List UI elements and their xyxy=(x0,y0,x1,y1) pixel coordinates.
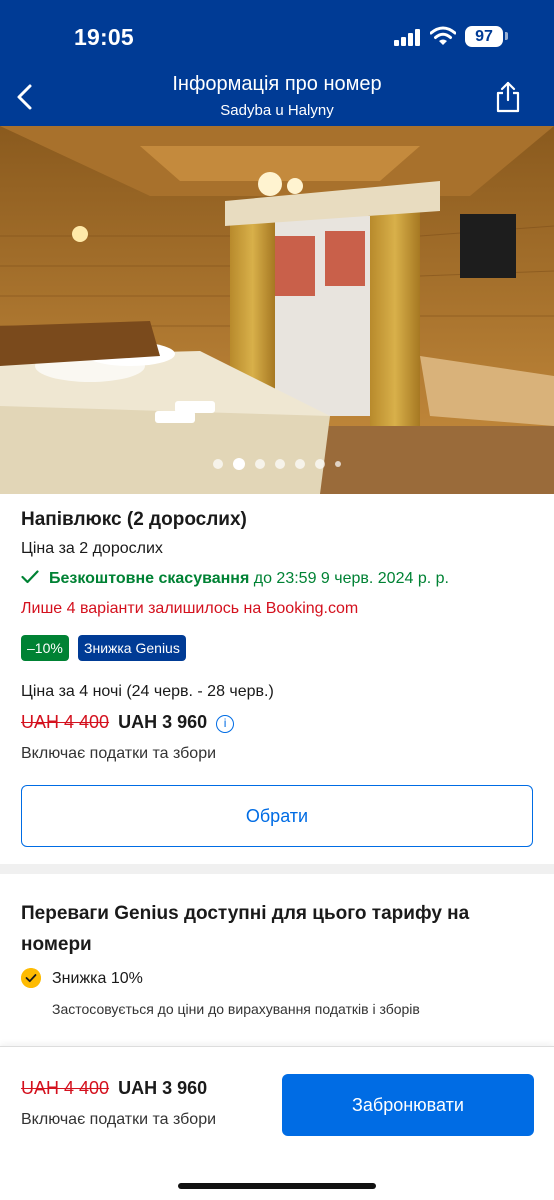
wifi-icon xyxy=(430,26,456,45)
room-photo-illustration xyxy=(0,126,554,494)
section-divider xyxy=(0,864,554,874)
gallery-dot[interactable] xyxy=(213,459,223,469)
gallery-dot[interactable] xyxy=(315,459,325,469)
gallery-pagination[interactable] xyxy=(0,458,554,474)
page-title: Інформація про номер xyxy=(172,73,382,95)
book-button[interactable]: Забронювати xyxy=(282,1074,534,1136)
share-icon[interactable] xyxy=(494,80,522,114)
home-indicator[interactable] xyxy=(178,1183,376,1189)
bottom-discounted-price: UAH 3 960 xyxy=(118,1078,208,1098)
battery-nub xyxy=(505,32,508,40)
battery-indicator: 97 xyxy=(465,26,503,47)
genius-discount-badge: Знижка Genius xyxy=(78,635,186,661)
gallery-dot[interactable] xyxy=(295,459,305,469)
status-bar: 19:05 97 xyxy=(0,0,554,70)
genius-check-icon xyxy=(21,968,41,988)
free-cancellation-label: Безкоштовне скасування xyxy=(49,570,250,587)
chevron-left-icon[interactable] xyxy=(10,80,40,114)
genius-benefits-title: Переваги Genius доступні для цього тариф… xyxy=(21,903,470,955)
discount-badge: –10% xyxy=(21,635,69,661)
checkmark-icon xyxy=(21,570,39,584)
property-name: Sadyba u Halyny xyxy=(220,102,334,119)
room-title: Напівлюкс (2 дорослих) xyxy=(21,509,247,530)
app-header: 19:05 97 Інформація про номер Sadyba u H… xyxy=(0,0,554,126)
benefit-description: Застосовується до ціни до вирахування по… xyxy=(52,1001,420,1017)
room-photo[interactable] xyxy=(0,126,554,494)
gallery-dot-active[interactable] xyxy=(233,458,245,470)
status-time: 19:05 xyxy=(74,24,134,50)
taxes-note: Включає податки та збори xyxy=(21,745,217,762)
select-button[interactable]: Обрати xyxy=(21,785,533,847)
free-cancellation: Безкоштовне скасування до 23:59 9 черв. … xyxy=(21,570,449,588)
original-price: UAH 4 400 xyxy=(21,712,110,732)
benefit-title: Знижка 10% xyxy=(52,970,143,987)
price-row: UAH 4 400 UAH 3 960 i xyxy=(21,712,235,733)
stay-duration-text: Ціна за 4 ночі (24 черв. - 28 черв.) xyxy=(21,683,274,700)
info-icon[interactable]: i xyxy=(216,715,235,733)
cellular-signal-icon xyxy=(394,28,422,46)
bottom-price-row: UAH 4 400 UAH 3 960 xyxy=(21,1078,207,1099)
scarcity-message: Лише 4 варіанти залишилось на Booking.co… xyxy=(21,600,359,617)
gallery-dot[interactable] xyxy=(255,459,265,469)
bottom-original-price: UAH 4 400 xyxy=(21,1078,110,1098)
bottom-taxes-note: Включає податки та збори xyxy=(21,1111,217,1128)
gallery-dot[interactable] xyxy=(335,461,341,467)
occupancy-text: Ціна за 2 дорослих xyxy=(21,540,163,557)
free-cancellation-deadline: до 23:59 9 черв. 2024 р. р. xyxy=(249,570,449,587)
gallery-dot[interactable] xyxy=(275,459,285,469)
discounted-price: UAH 3 960 xyxy=(118,712,208,732)
